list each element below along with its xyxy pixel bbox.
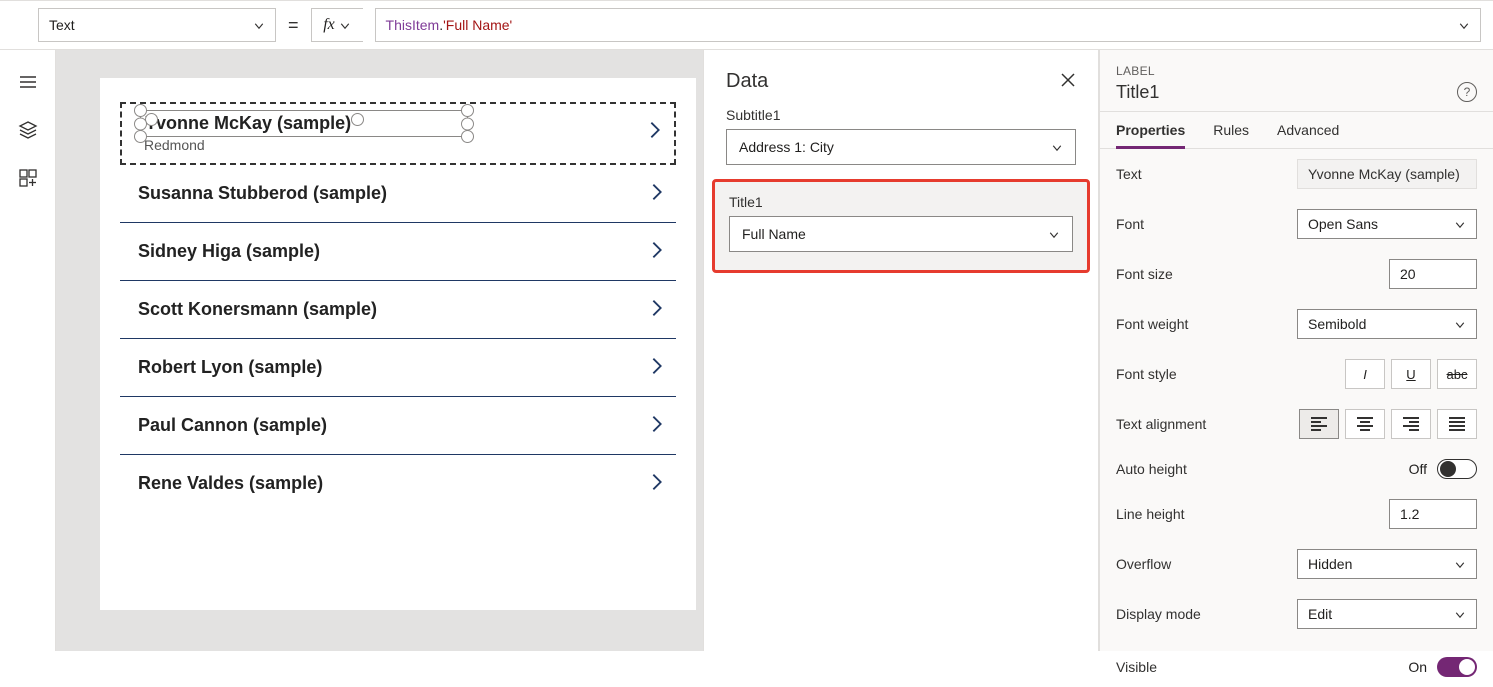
layers-icon[interactable] xyxy=(18,120,38,140)
fontstyle-strike-button[interactable]: abc xyxy=(1437,359,1477,389)
autoheight-toggle[interactable] xyxy=(1437,459,1477,479)
canvas-area: Yvonne McKay (sample) Redmond Susanna St… xyxy=(56,50,1099,651)
selected-type: LABEL xyxy=(1116,64,1477,78)
chevron-down-icon xyxy=(1051,141,1063,153)
subtitle-field-select[interactable]: Address 1: City xyxy=(726,129,1076,165)
hamburger-icon[interactable] xyxy=(18,72,38,92)
fontstyle-underline-button[interactable]: U xyxy=(1391,359,1431,389)
components-icon[interactable] xyxy=(18,168,38,188)
title-field-block-highlight: Title1 Full Name xyxy=(712,179,1090,273)
item-title: Rene Valdes (sample) xyxy=(138,473,323,494)
workspace: Yvonne McKay (sample) Redmond Susanna St… xyxy=(0,50,1493,651)
properties-tabs: Properties Rules Advanced xyxy=(1100,112,1493,149)
prop-overflow-label: Overflow xyxy=(1116,556,1171,572)
subtitle-field-block: Subtitle1 Address 1: City xyxy=(704,107,1098,179)
prop-fontweight-label: Font weight xyxy=(1116,316,1188,332)
align-justify-button[interactable] xyxy=(1437,409,1477,439)
title-field-select[interactable]: Full Name xyxy=(729,216,1073,252)
property-selector[interactable]: Text xyxy=(38,8,276,42)
chevron-right-icon[interactable] xyxy=(646,355,668,380)
gallery-item[interactable]: Rene Valdes (sample) xyxy=(120,455,676,512)
chevron-down-icon xyxy=(1454,218,1466,230)
prop-text-value[interactable]: Yvonne McKay (sample) xyxy=(1297,159,1477,189)
properties-pane: LABEL Title1 ? Properties Rules Advanced… xyxy=(1099,50,1493,651)
title-field-label: Title1 xyxy=(729,194,1073,210)
formula-input[interactable]: ThisItem.'Full Name' xyxy=(375,8,1481,42)
prop-autoheight-value: Off xyxy=(1409,461,1427,477)
prop-lineheight-label: Line height xyxy=(1116,506,1185,522)
fx-label: fx xyxy=(323,16,335,34)
gallery-item-selected[interactable]: Yvonne McKay (sample) Redmond xyxy=(120,102,676,165)
chevron-down-icon xyxy=(1458,19,1470,31)
close-icon[interactable] xyxy=(1060,72,1076,91)
chevron-right-icon[interactable] xyxy=(646,297,668,322)
prop-font-select[interactable]: Open Sans xyxy=(1297,209,1477,239)
prop-displaymode-select[interactable]: Edit xyxy=(1297,599,1477,629)
prop-overflow-select[interactable]: Hidden xyxy=(1297,549,1477,579)
prop-autoheight-label: Auto height xyxy=(1116,461,1187,477)
subtitle-field-label: Subtitle1 xyxy=(726,107,1076,123)
subtitle-field-value: Address 1: City xyxy=(739,139,834,155)
item-title: Paul Cannon (sample) xyxy=(138,415,327,436)
chevron-right-icon[interactable] xyxy=(646,239,668,264)
align-center-button[interactable] xyxy=(1345,409,1385,439)
help-icon[interactable]: ? xyxy=(1457,82,1477,102)
chevron-down-icon xyxy=(1454,318,1466,330)
item-title: Robert Lyon (sample) xyxy=(138,357,322,378)
chevron-down-icon xyxy=(1048,228,1060,240)
prop-visible-label: Visible xyxy=(1116,659,1157,675)
gallery-item[interactable]: Paul Cannon (sample) xyxy=(120,397,676,455)
screen-canvas[interactable]: Yvonne McKay (sample) Redmond Susanna St… xyxy=(100,78,696,610)
left-rail xyxy=(0,50,56,651)
chevron-down-icon xyxy=(339,19,351,31)
formula-expression: ThisItem.'Full Name' xyxy=(386,17,513,33)
chevron-down-icon xyxy=(253,19,265,31)
chevron-right-icon[interactable] xyxy=(646,181,668,206)
title-field-value: Full Name xyxy=(742,226,806,242)
prop-fontweight-select[interactable]: Semibold xyxy=(1297,309,1477,339)
gallery-item[interactable]: Scott Konersmann (sample) xyxy=(120,281,676,339)
selected-title-box[interactable]: Yvonne McKay (sample) xyxy=(140,110,468,137)
prop-fontstyle-label: Font style xyxy=(1116,366,1177,382)
align-right-button[interactable] xyxy=(1391,409,1431,439)
align-left-button[interactable] xyxy=(1299,409,1339,439)
prop-font-label: Font xyxy=(1116,216,1144,232)
prop-lineheight-input[interactable]: 1.2 xyxy=(1389,499,1477,529)
selected-name: Title1 xyxy=(1116,82,1477,103)
chevron-down-icon xyxy=(1454,558,1466,570)
prop-text-label: Text xyxy=(1116,166,1142,182)
item-title: Scott Konersmann (sample) xyxy=(138,299,377,320)
gallery-item[interactable]: Robert Lyon (sample) xyxy=(120,339,676,397)
fontstyle-italic-button[interactable]: I xyxy=(1345,359,1385,389)
item-subtitle: Redmond xyxy=(140,137,468,153)
prop-fontsize-label: Font size xyxy=(1116,266,1173,282)
chevron-right-icon[interactable] xyxy=(644,119,666,144)
gallery-item[interactable]: Sidney Higa (sample) xyxy=(120,223,676,281)
tab-properties[interactable]: Properties xyxy=(1116,112,1185,148)
prop-displaymode-label: Display mode xyxy=(1116,606,1201,622)
equals-label: = xyxy=(288,15,299,36)
chevron-down-icon xyxy=(1454,608,1466,620)
data-pane-title: Data xyxy=(726,70,768,93)
prop-visible-value: On xyxy=(1408,659,1427,675)
gallery-item[interactable]: Susanna Stubberod (sample) xyxy=(120,165,676,223)
property-selector-label: Text xyxy=(49,17,75,33)
formula-bar: Text = fx ThisItem.'Full Name' xyxy=(0,0,1493,50)
chevron-right-icon[interactable] xyxy=(646,471,668,496)
tab-rules[interactable]: Rules xyxy=(1213,112,1249,148)
tab-advanced[interactable]: Advanced xyxy=(1277,112,1339,148)
item-title: Sidney Higa (sample) xyxy=(138,241,320,262)
item-title: Susanna Stubberod (sample) xyxy=(138,183,387,204)
fx-button[interactable]: fx xyxy=(311,8,363,42)
visible-toggle[interactable] xyxy=(1437,657,1477,677)
data-pane: Data Subtitle1 Address 1: City Title1 Fu… xyxy=(703,50,1098,651)
prop-fontsize-input[interactable]: 20 xyxy=(1389,259,1477,289)
prop-align-label: Text alignment xyxy=(1116,416,1206,432)
chevron-right-icon[interactable] xyxy=(646,413,668,438)
